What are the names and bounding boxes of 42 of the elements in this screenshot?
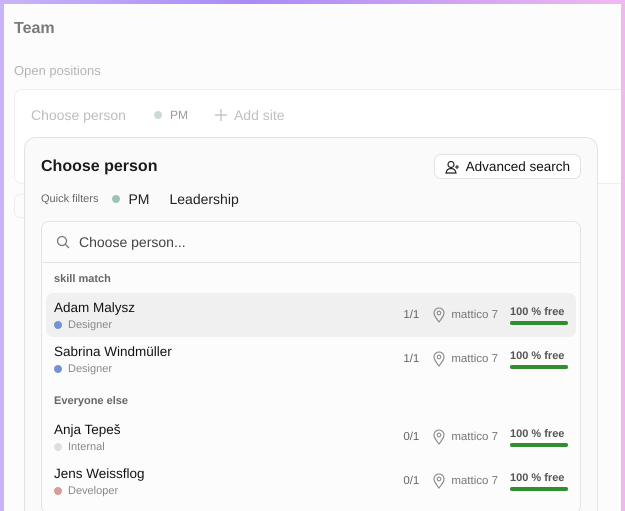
group-heading: skill match [53, 273, 112, 287]
location-pin-icon [433, 351, 446, 367]
site-label: mattico 7 [451, 353, 498, 365]
availability-label: 100 % free [510, 428, 566, 440]
popup-title: Choose person [41, 158, 158, 176]
page-title: Team [14, 20, 56, 38]
person-row[interactable]: Adam Malysz Designer 1/1 mattico 7 100 % free [46, 293, 576, 337]
site-label: mattico 7 [451, 431, 498, 443]
section-label: Open positions [14, 63, 102, 78]
availability-label: 100 % free [510, 350, 566, 362]
person-row[interactable]: Jens Weissflog Developer 0/1 mattico 7 100 % free [46, 459, 576, 503]
availability-label: 100 % free [510, 306, 566, 318]
search-icon [56, 235, 70, 249]
search-field[interactable]: Choose person... [79, 234, 566, 250]
availability-label: 100 % free [510, 472, 566, 484]
plus-icon [214, 108, 228, 122]
person-role: Internal [68, 440, 105, 452]
role-tag: PM [170, 108, 188, 122]
assignment-count: 1/1 [403, 353, 420, 365]
site-label: mattico 7 [451, 475, 498, 487]
person-name: Jens Weissflog [54, 466, 146, 480]
person-row[interactable]: Sabrina Windmüller Designer 1/1 mattico 7 100 % free [46, 337, 576, 381]
person-role: Developer [68, 484, 118, 496]
assignment-count: 0/1 [403, 475, 420, 487]
person-role: Designer [68, 318, 112, 330]
quick-filter[interactable]: Leadership [169, 191, 239, 207]
group-heading: Everyone else [53, 394, 129, 409]
location-pin-icon [433, 429, 446, 445]
assignment-count: 1/1 [403, 309, 420, 321]
quick-filters-label: Quick filters [41, 193, 98, 205]
site-label: mattico 7 [451, 309, 498, 321]
quick-filter[interactable]: PM [128, 191, 150, 207]
person-row[interactable]: Anja Tepeš Internal 0/1 mattico 7 100 % free [46, 415, 576, 459]
person-name: Anja Tepeš [54, 422, 122, 436]
assignment-count: 0/1 [403, 431, 420, 443]
person-name: Adam Malysz [54, 300, 136, 314]
location-pin-icon [433, 307, 446, 323]
person-plus-icon [444, 160, 461, 174]
person-role: Designer [68, 362, 112, 374]
location-pin-icon [433, 473, 446, 489]
person-name: Sabrina Windmüller [54, 344, 173, 358]
advanced-search-button[interactable]: Advanced search [434, 154, 581, 179]
